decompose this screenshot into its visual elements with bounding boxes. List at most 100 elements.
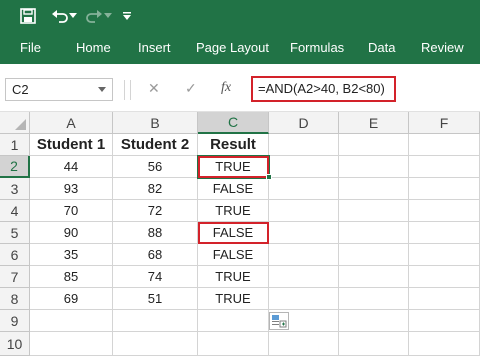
cell-c9[interactable] [198,310,269,332]
cell-a10[interactable] [30,332,113,356]
cell-b2[interactable]: 56 [113,156,198,178]
cell-a3[interactable]: 93 [30,178,113,200]
cell-a9[interactable] [30,310,113,332]
cell-e9[interactable] [339,310,409,332]
cell-d1[interactable] [269,134,339,156]
cell-e2[interactable] [339,156,409,178]
cell-b7[interactable]: 74 [113,266,198,288]
cell-d7[interactable] [269,266,339,288]
column-header-f[interactable]: F [409,112,480,134]
cell-f3[interactable] [409,178,480,200]
cell-d8[interactable] [269,288,339,310]
row-header-4[interactable]: 4 [0,200,30,222]
redo-icon[interactable] [84,6,104,26]
fill-handle[interactable] [266,174,272,180]
cell-e8[interactable] [339,288,409,310]
name-box[interactable]: C2 [5,78,113,101]
cell-b3[interactable]: 82 [113,178,198,200]
cell-b1[interactable]: Student 2 [113,134,198,156]
tab-data[interactable]: Data [368,40,395,55]
cell-e10[interactable] [339,332,409,356]
cell-c8[interactable]: TRUE [198,288,269,310]
row-header-3[interactable]: 3 [0,178,30,200]
cancel-icon[interactable]: ✕ [148,80,160,97]
divider [124,80,125,100]
cell-a2[interactable]: 44 [30,156,113,178]
column-header-c[interactable]: C [198,112,269,134]
cell-c4[interactable]: TRUE [198,200,269,222]
cell-c7[interactable]: TRUE [198,266,269,288]
cell-f1[interactable] [409,134,480,156]
row-header-1[interactable]: 1 [0,134,30,156]
cell-a5[interactable]: 90 [30,222,113,244]
name-box-value: C2 [12,82,29,97]
cell-f8[interactable] [409,288,480,310]
undo-icon[interactable] [50,6,70,26]
cell-f7[interactable] [409,266,480,288]
highlight-box-c5 [198,222,269,244]
save-icon[interactable] [18,6,38,26]
tab-file[interactable]: File [20,40,41,55]
cell-b5[interactable]: 88 [113,222,198,244]
cell-f9[interactable] [409,310,480,332]
cell-e1[interactable] [339,134,409,156]
cell-f4[interactable] [409,200,480,222]
enter-icon[interactable]: ✓ [185,80,197,97]
cell-c10[interactable] [198,332,269,356]
divider [130,80,131,100]
tab-review[interactable]: Review [421,40,464,55]
formula-input[interactable]: =AND(A2>40, B2<80) [251,76,396,102]
cell-b4[interactable]: 72 [113,200,198,222]
redo-dropdown-icon[interactable] [103,6,113,26]
cell-f5[interactable] [409,222,480,244]
row-header-2[interactable]: 2 [0,156,30,178]
cell-d10[interactable] [269,332,339,356]
column-header-e[interactable]: E [339,112,409,134]
chevron-down-icon[interactable] [98,87,106,92]
cell-d2[interactable] [269,156,339,178]
cell-d3[interactable] [269,178,339,200]
column-header-d[interactable]: D [269,112,339,134]
row-header-7[interactable]: 7 [0,266,30,288]
column-header-a[interactable]: A [30,112,113,134]
auto-fill-options-icon[interactable] [269,312,289,330]
cell-e5[interactable] [339,222,409,244]
customize-icon[interactable] [121,6,133,26]
cell-f6[interactable] [409,244,480,266]
cell-c6[interactable]: FALSE [198,244,269,266]
row-header-10[interactable]: 10 [0,332,30,356]
cell-f10[interactable] [409,332,480,356]
tab-home[interactable]: Home [76,40,111,55]
column-header-b[interactable]: B [113,112,198,134]
row-header-5[interactable]: 5 [0,222,30,244]
cell-d4[interactable] [269,200,339,222]
cell-d6[interactable] [269,244,339,266]
cell-e3[interactable] [339,178,409,200]
cell-b9[interactable] [113,310,198,332]
tab-page-layout[interactable]: Page Layout [196,40,269,55]
row-header-9[interactable]: 9 [0,310,30,332]
undo-dropdown-icon[interactable] [68,6,78,26]
cell-a7[interactable]: 85 [30,266,113,288]
cell-b6[interactable]: 68 [113,244,198,266]
cell-a6[interactable]: 35 [30,244,113,266]
tab-insert[interactable]: Insert [138,40,171,55]
row-header-8[interactable]: 8 [0,288,30,310]
ribbon-tabs: File Home Insert Page Layout Formulas Da… [0,33,480,64]
cell-b8[interactable]: 51 [113,288,198,310]
cell-a8[interactable]: 69 [30,288,113,310]
cell-a4[interactable]: 70 [30,200,113,222]
cell-c1[interactable]: Result [198,134,269,156]
cell-d5[interactable] [269,222,339,244]
cell-f2[interactable] [409,156,480,178]
cell-a1[interactable]: Student 1 [30,134,113,156]
insert-function-icon[interactable]: fx [221,80,231,96]
tab-formulas[interactable]: Formulas [290,40,344,55]
cell-c3[interactable]: FALSE [198,178,269,200]
cell-e4[interactable] [339,200,409,222]
cell-e7[interactable] [339,266,409,288]
row-header-6[interactable]: 6 [0,244,30,266]
cell-e6[interactable] [339,244,409,266]
select-all-corner[interactable] [0,112,30,134]
cell-b10[interactable] [113,332,198,356]
